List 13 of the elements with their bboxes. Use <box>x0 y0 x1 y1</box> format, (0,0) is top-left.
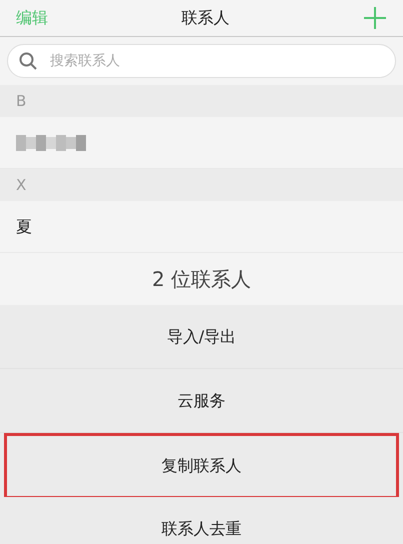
section-header: B <box>0 85 403 117</box>
page-title: 联系人 <box>182 7 230 29</box>
contact-name: 夏 <box>16 216 32 238</box>
search-icon <box>19 52 37 70</box>
section-header: X <box>0 169 403 201</box>
pixelated-name-drawing <box>16 134 86 150</box>
search-field[interactable]: 搜索联系人 <box>7 44 396 78</box>
action-item[interactable]: 导入/导出 <box>0 305 403 369</box>
contact-count: 2 位联系人 <box>152 266 252 293</box>
add-button[interactable] <box>363 6 387 30</box>
action-item[interactable]: 联系人去重 <box>0 497 403 544</box>
action-item[interactable]: 云服务 <box>0 369 403 433</box>
action-item[interactable]: 复制联系人 <box>4 433 399 497</box>
